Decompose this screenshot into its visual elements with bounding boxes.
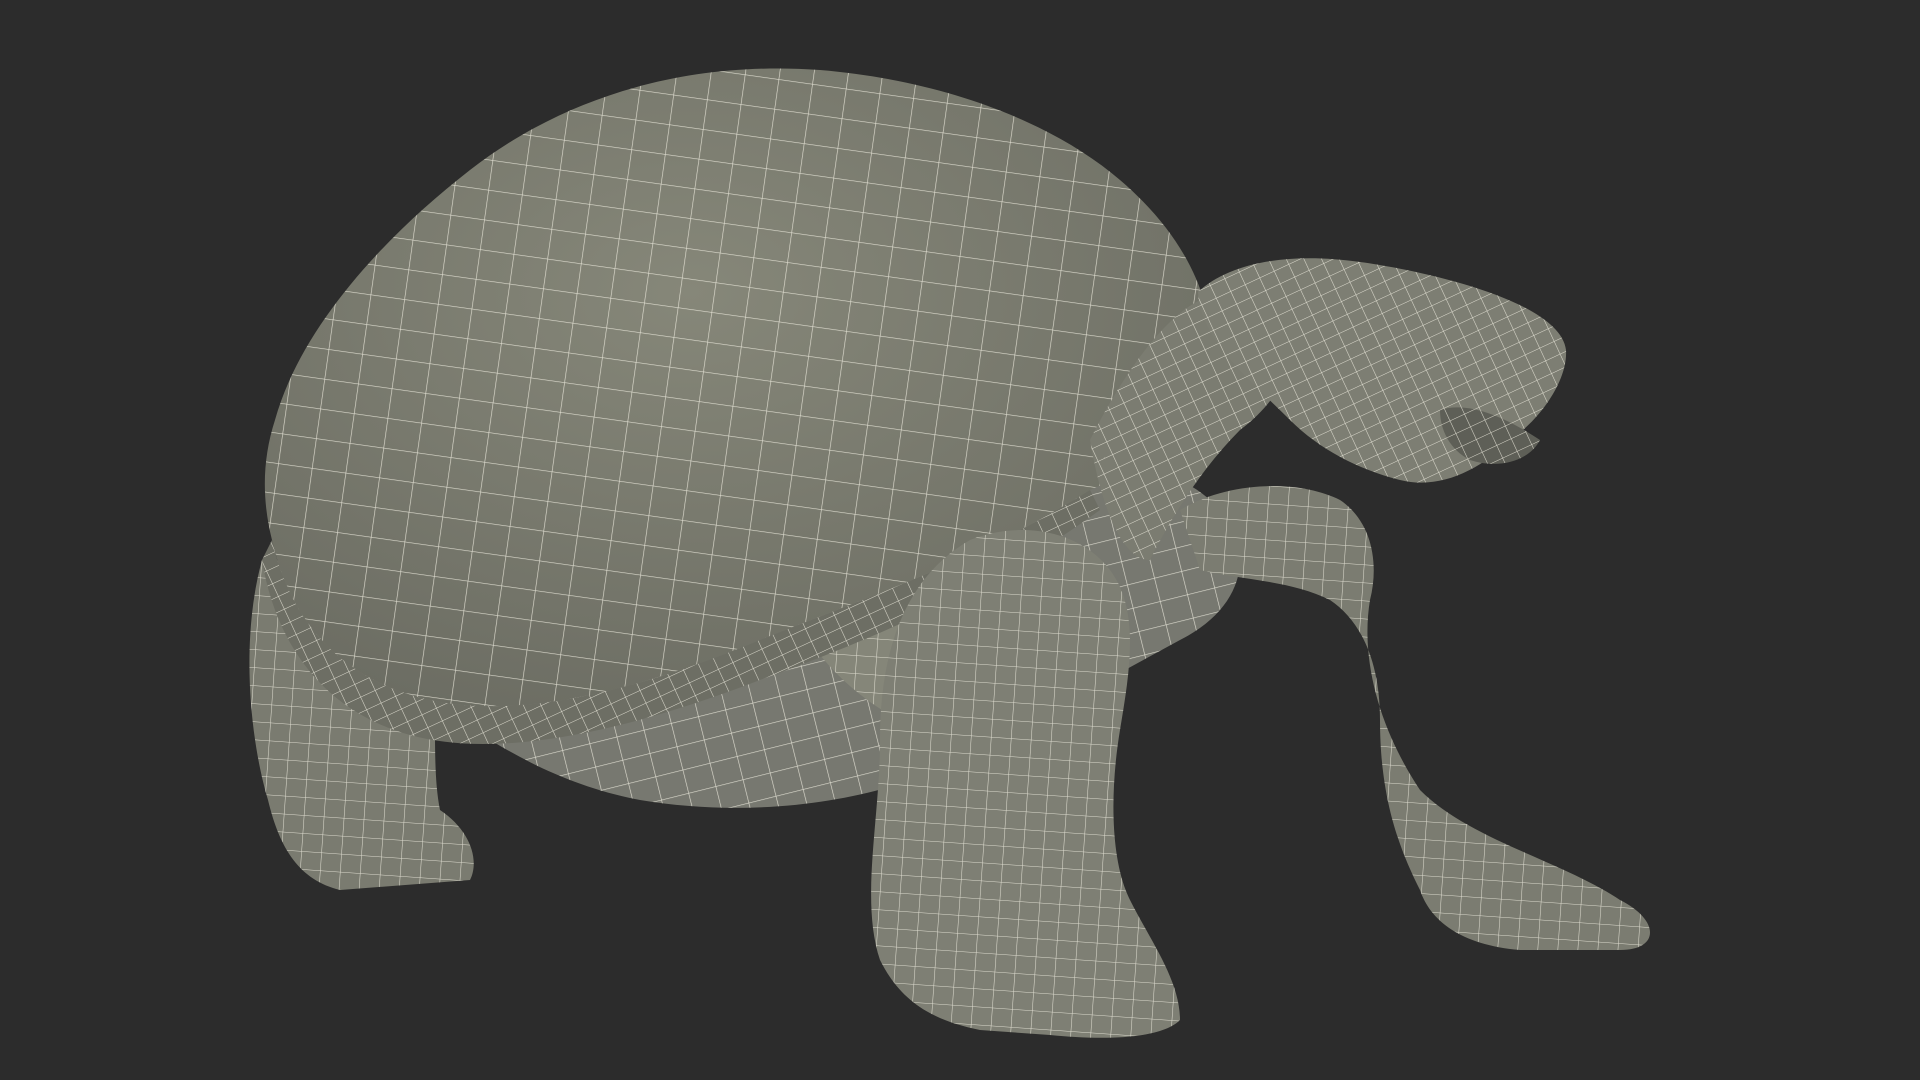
render-viewport[interactable]: [0, 0, 1920, 1080]
front-right-leg: [1180, 486, 1650, 950]
tortoise-render: [249, 68, 1650, 1038]
